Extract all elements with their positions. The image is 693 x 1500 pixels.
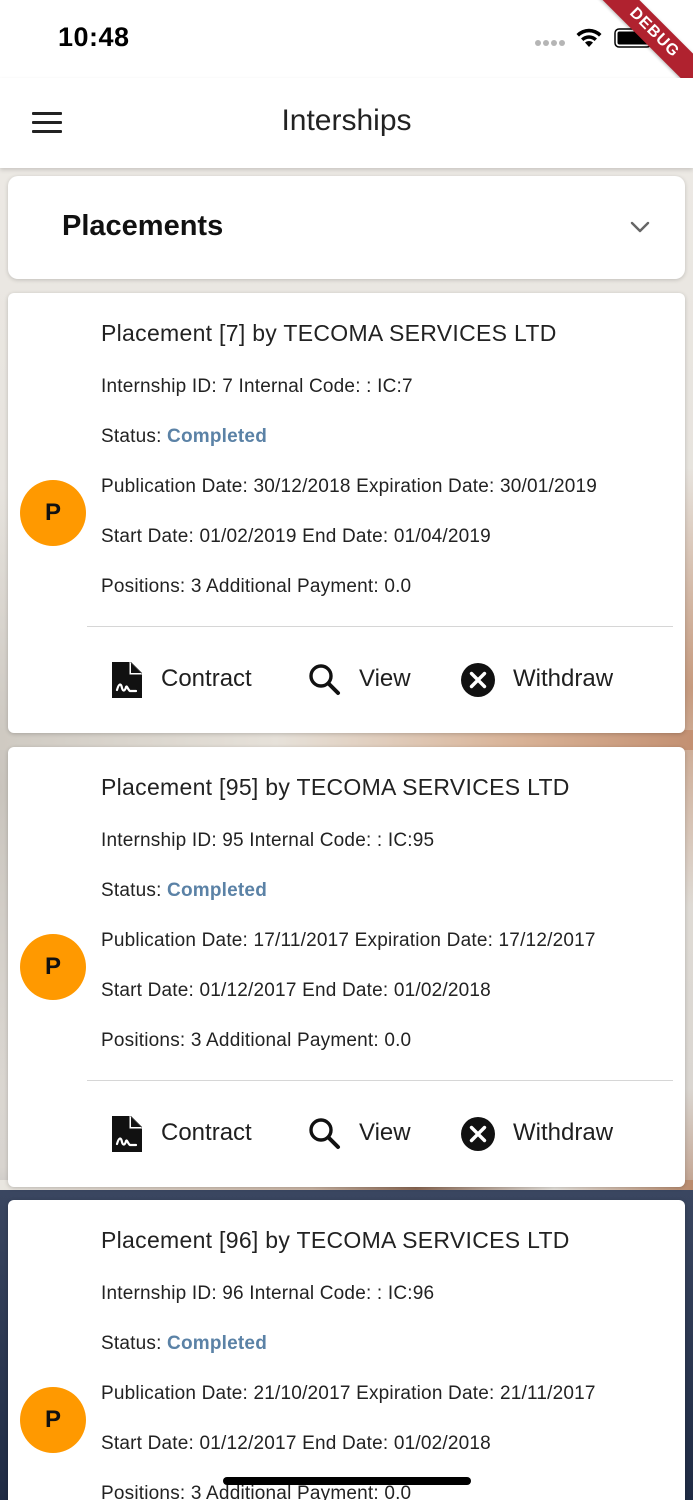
publication-dates: Publication Date: 30/12/2018 Expiration … xyxy=(101,476,598,497)
period-dates: Start Date: 01/02/2019 End Date: 01/04/2… xyxy=(101,526,491,547)
status-label: Status: xyxy=(101,426,168,447)
divider xyxy=(87,1080,673,1081)
status-badge: Completed xyxy=(167,1333,268,1354)
status-line: Status: Completed xyxy=(101,880,267,902)
view-button[interactable]: View xyxy=(307,1109,417,1157)
status-label: Status: xyxy=(101,880,168,901)
contract-label: Contract xyxy=(161,1119,252,1146)
status-line: Status: Completed xyxy=(101,426,267,448)
internship-ids: Internship ID: 96 Internal Code: : IC:96 xyxy=(101,1283,435,1304)
divider xyxy=(87,626,673,627)
chevron-down-icon[interactable] xyxy=(629,216,651,238)
status-line: Status: Completed xyxy=(101,1333,267,1355)
view-button[interactable]: View xyxy=(307,655,417,703)
contract-button[interactable]: Contract xyxy=(109,1109,269,1157)
publication-dates: Publication Date: 17/11/2017 Expiration … xyxy=(101,930,596,951)
search-icon xyxy=(309,664,340,695)
home-indicator[interactable] xyxy=(223,1477,471,1485)
view-label: View xyxy=(359,1119,411,1146)
placement-card: P Placement [95] by TECOMA SERVICES LTD … xyxy=(8,747,685,1187)
avatar: P xyxy=(20,1387,86,1453)
status-bar: 10:48 DEBUG xyxy=(0,0,693,103)
contract-label: Contract xyxy=(161,665,252,692)
withdraw-label: Withdraw xyxy=(513,665,614,692)
internship-ids: Internship ID: 7 Internal Code: : IC:7 xyxy=(101,376,413,397)
cancel-circle-icon xyxy=(461,1117,495,1151)
placement-title: Placement [96] by TECOMA SERVICES LTD xyxy=(101,1227,570,1253)
placement-title: Placement [95] by TECOMA SERVICES LTD xyxy=(101,774,570,800)
cancel-circle-icon xyxy=(461,663,495,697)
status-time: 10:48 xyxy=(58,22,130,52)
avatar: P xyxy=(20,480,86,546)
placement-card: P Placement [7] by TECOMA SERVICES LTD I… xyxy=(8,293,685,733)
status-badge: Completed xyxy=(167,426,268,447)
contract-document-icon xyxy=(112,662,142,698)
contract-button[interactable]: Contract xyxy=(109,655,269,703)
status-badge: Completed xyxy=(167,880,268,901)
wifi-icon xyxy=(576,28,602,47)
publication-dates: Publication Date: 21/10/2017 Expiration … xyxy=(101,1383,596,1404)
positions-payment: Positions: 3 Additional Payment: 0.0 xyxy=(101,1030,412,1051)
withdraw-label: Withdraw xyxy=(513,1119,614,1146)
positions-payment: Positions: 3 Additional Payment: 0.0 xyxy=(101,1483,412,1500)
withdraw-button[interactable]: Withdraw xyxy=(460,655,630,703)
view-label: View xyxy=(359,665,411,692)
contract-document-icon xyxy=(112,1116,142,1152)
placement-title: Placement [7] by TECOMA SERVICES LTD xyxy=(101,320,557,346)
period-dates: Start Date: 01/12/2017 End Date: 01/02/2… xyxy=(101,1433,491,1454)
placement-card: P Placement [96] by TECOMA SERVICES LTD … xyxy=(8,1200,685,1500)
cellular-signal-icon xyxy=(535,40,565,46)
placements-expansion-panel[interactable]: Placements xyxy=(8,176,685,279)
internship-ids: Internship ID: 95 Internal Code: : IC:95 xyxy=(101,830,435,851)
withdraw-button[interactable]: Withdraw xyxy=(460,1109,630,1157)
status-label: Status: xyxy=(101,1333,168,1354)
avatar: P xyxy=(20,934,86,1000)
app-bar: Interships xyxy=(0,78,693,168)
search-icon xyxy=(309,1118,340,1149)
section-title: Placements xyxy=(62,210,224,242)
period-dates: Start Date: 01/12/2017 End Date: 01/02/2… xyxy=(101,980,491,1001)
positions-payment: Positions: 3 Additional Payment: 0.0 xyxy=(101,576,412,597)
page-title: Interships xyxy=(281,104,412,137)
